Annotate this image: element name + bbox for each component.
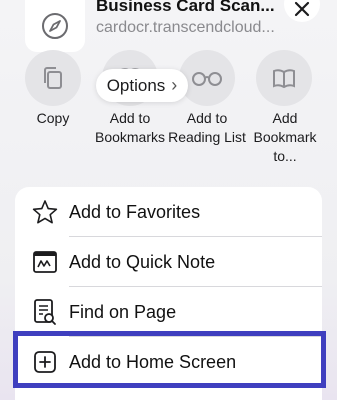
quick-note-icon — [30, 247, 60, 277]
options-button[interactable]: Options › — [96, 69, 188, 102]
add-to-bookmarks-label: Add to Bookmarks — [94, 110, 166, 145]
add-to-reading-list-label: Add to Reading List — [168, 110, 246, 145]
add-bookmark-to-label: Add Bookmark to... — [253, 110, 317, 164]
add-bookmark-to-button[interactable] — [256, 50, 312, 106]
page-title: Business Card Scan... — [96, 0, 275, 15]
menu-item-add-to-favorites[interactable]: Add to Favorites — [15, 187, 322, 237]
glasses-icon — [192, 72, 222, 86]
menu-item-add-to-home-screen[interactable]: Add to Home Screen — [15, 337, 322, 387]
compass-icon — [42, 13, 68, 39]
menu-item-add-to-quick-note[interactable]: Add to Quick Note — [15, 237, 322, 287]
copy-label: Copy — [36, 110, 70, 126]
share-menu: Add to Favorites Add to Quick Note Find … — [15, 187, 322, 400]
find-on-page-icon — [30, 297, 60, 327]
add-square-icon — [30, 347, 60, 377]
chevron-right-icon: › — [171, 75, 178, 95]
menu-item-label: Add to Home Screen — [69, 351, 237, 372]
add-to-reading-list-button[interactable] — [179, 50, 235, 106]
options-label: Options — [106, 75, 166, 95]
page-url: cardocr.transcendcloud... — [96, 19, 275, 36]
menu-item-label: Add to Quick Note — [69, 251, 216, 272]
close-button[interactable] — [284, 0, 320, 22]
menu-item-label: Add to Favorites — [69, 201, 201, 222]
menu-item-label: Find on Page — [69, 301, 177, 322]
menu-item-find-on-page[interactable]: Find on Page — [15, 287, 322, 337]
copy-icon — [44, 67, 62, 89]
copy-button[interactable] — [25, 50, 81, 106]
star-icon — [30, 197, 60, 227]
site-icon — [25, 0, 85, 52]
book-open-icon — [273, 69, 295, 89]
close-icon — [294, 1, 310, 17]
